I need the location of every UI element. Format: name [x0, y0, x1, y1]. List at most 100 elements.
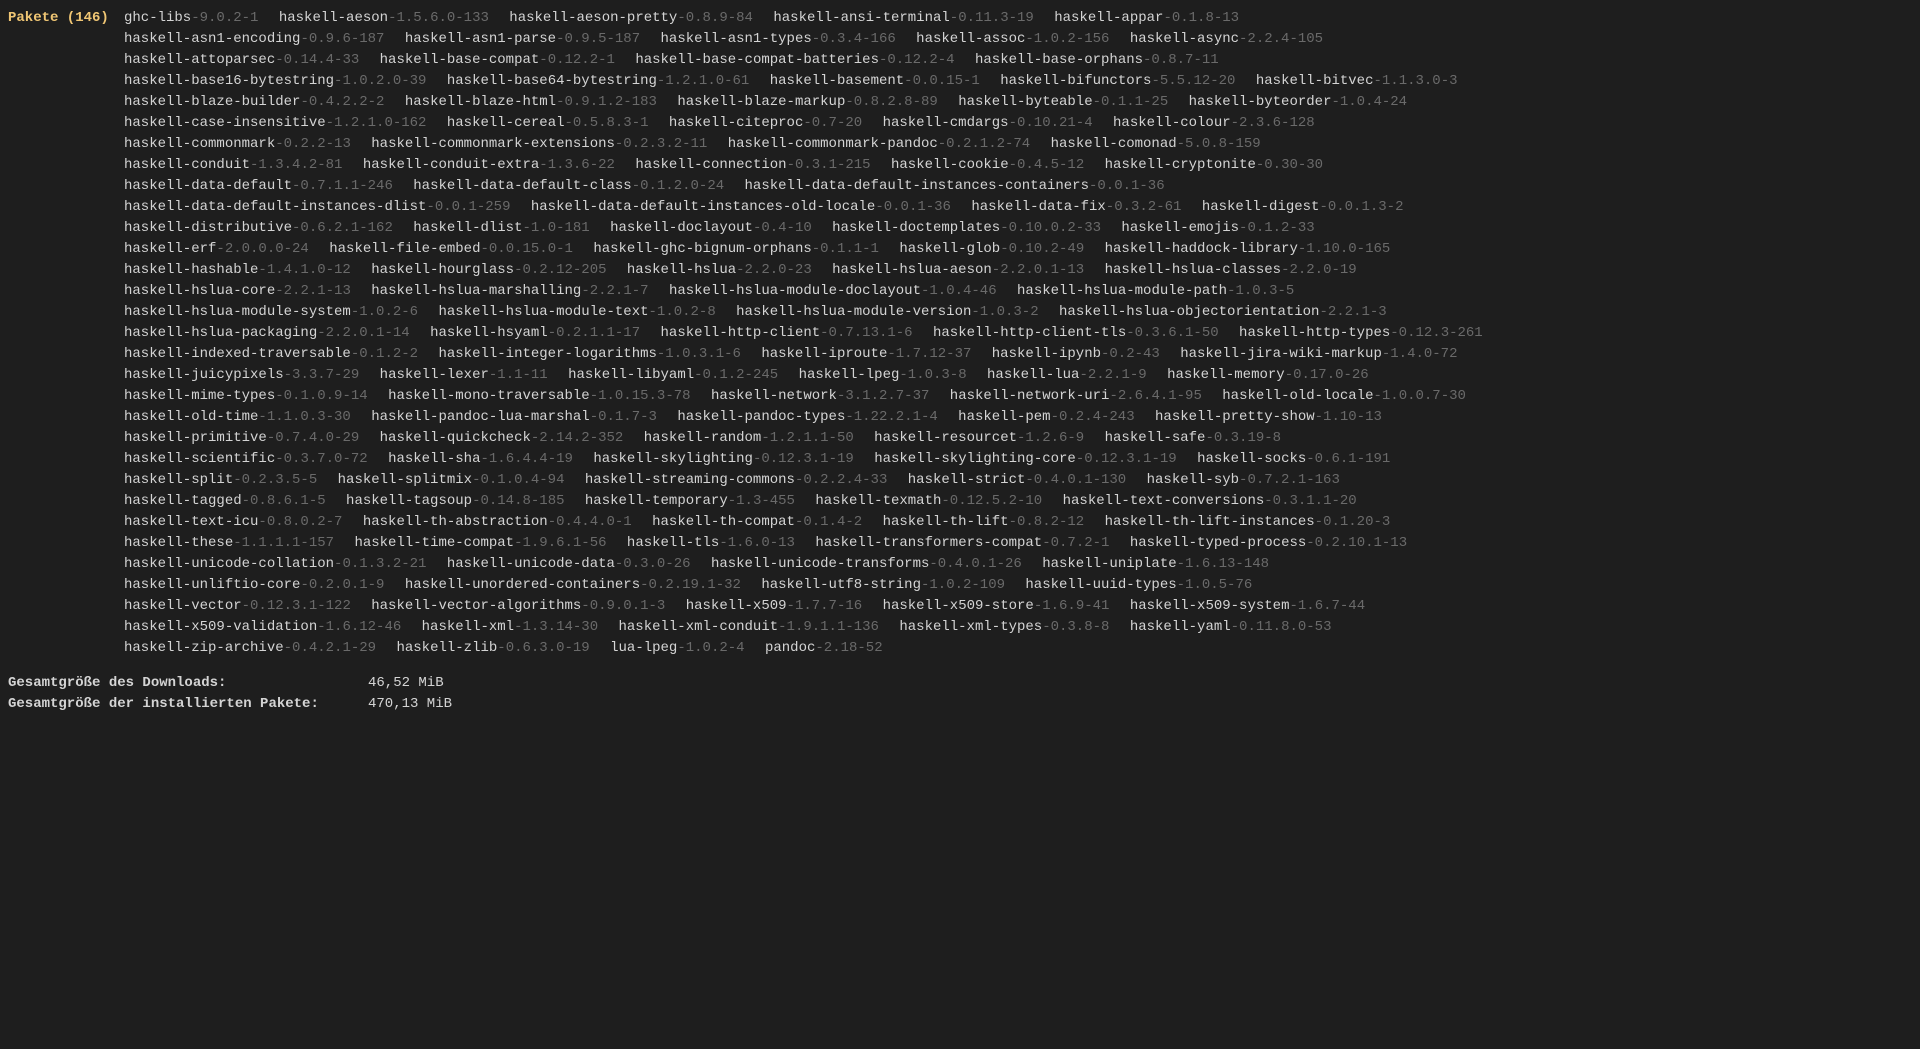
package-name: haskell-hslua-marshalling [371, 283, 581, 299]
package-name: haskell-glob [899, 241, 1000, 257]
package-name: haskell-pem [958, 409, 1050, 425]
package-entry: haskell-ghc-bignum-orphans-0.1.1-1 [593, 241, 879, 257]
package-name: haskell-base64-bytestring [447, 73, 657, 89]
package-entry: haskell-libyaml-0.1.2-245 [568, 367, 778, 383]
package-name: haskell-dlist [413, 220, 522, 236]
package-version: -0.6.1-191 [1306, 451, 1390, 467]
package-entry: haskell-data-default-0.7.1.1-246 [124, 178, 393, 194]
package-name: haskell-text-icu [124, 514, 258, 530]
package-entry: haskell-data-default-instances-dlist-0.0… [124, 199, 510, 215]
package-version: -0.12.3.1-19 [753, 451, 854, 467]
package-version: -1.2.6-9 [1017, 430, 1084, 446]
package-version: -0.1.4-2 [795, 514, 862, 530]
package-version: -2.2.1-3 [1319, 304, 1386, 320]
package-entry: haskell-hslua-module-system-1.0.2-6 [124, 304, 418, 320]
package-entry: haskell-commonmark-0.2.2-13 [124, 136, 351, 152]
package-entry: haskell-x509-validation-1.6.12-46 [124, 619, 401, 635]
package-version: -0.12.2-4 [879, 52, 955, 68]
package-version: -0.14.8-185 [472, 493, 564, 509]
package-name: haskell-x509 [686, 598, 787, 614]
package-name: haskell-haddock-library [1105, 241, 1298, 257]
package-name: haskell-asn1-encoding [124, 31, 300, 47]
package-entry: haskell-utf8-string-1.0.2-109 [761, 577, 1005, 593]
package-entry: haskell-socks-0.6.1-191 [1197, 451, 1390, 467]
package-entry: haskell-pretty-show-1.10-13 [1155, 409, 1382, 425]
package-name: haskell-skylighting [593, 451, 753, 467]
package-entry: haskell-x509-system-1.6.7-44 [1130, 598, 1365, 614]
package-version: -0.12.3.1-122 [242, 598, 351, 614]
package-version: -0.12.2-1 [539, 52, 615, 68]
package-version: -0.1.2-2 [351, 346, 418, 362]
package-version: -5.5.12-20 [1151, 73, 1235, 89]
package-version: -0.2.4-243 [1051, 409, 1135, 425]
package-version: -3.3.7-29 [284, 367, 360, 383]
package-entry: haskell-skylighting-core-0.12.3.1-19 [874, 451, 1176, 467]
package-name: haskell-bifunctors [1000, 73, 1151, 89]
download-size-value: 46,52 MiB [368, 673, 444, 694]
package-version: -0.4.0.1-130 [1025, 472, 1126, 488]
package-entry: haskell-hslua-objectorientation-2.2.1-3 [1059, 304, 1387, 320]
package-name: haskell-hslua-packaging [124, 325, 317, 341]
package-version: -1.10.0-165 [1298, 241, 1390, 257]
package-version: -0.0.1-259 [426, 199, 510, 215]
package-name: pandoc [765, 640, 815, 656]
package-name: haskell-these [124, 535, 233, 551]
package-version: -1.0.2-6 [351, 304, 418, 320]
package-version: -0.6.3.0-19 [497, 640, 589, 656]
package-name: haskell-hslua-classes [1105, 262, 1281, 278]
package-entry: haskell-unicode-transforms-0.4.0.1-26 [711, 556, 1022, 572]
package-name: haskell-xml-types [899, 619, 1042, 635]
package-entry: haskell-juicypixels-3.3.7-29 [124, 367, 359, 383]
package-entry: haskell-hslua-2.2.0-23 [627, 262, 812, 278]
package-version: -1.0.4-24 [1331, 94, 1407, 110]
package-version: -0.4.4.0-1 [548, 514, 632, 530]
package-version: -0.4.0.1-26 [929, 556, 1021, 572]
package-name: haskell-data-default-instances-dlist [124, 199, 426, 215]
package-name: haskell-hslua-core [124, 283, 275, 299]
package-version: -1.3.14-30 [514, 619, 598, 635]
package-version: -9.0.2-1 [191, 10, 258, 26]
package-name: haskell-vector-algorithms [371, 598, 581, 614]
package-entry: haskell-file-embed-0.0.15.0-1 [329, 241, 573, 257]
package-version: -0.1.0.9-14 [275, 388, 367, 404]
package-name: haskell-typed-process [1130, 535, 1306, 551]
package-version: -3.1.2.7-37 [837, 388, 929, 404]
package-version: -1.9.1.1-136 [778, 619, 879, 635]
package-name: haskell-xml [422, 619, 514, 635]
package-version: -1.9.6.1-56 [514, 535, 606, 551]
package-entry: haskell-aeson-pretty-0.8.9-84 [509, 10, 753, 26]
package-version: -0.7-20 [803, 115, 862, 131]
package-entry: haskell-hslua-module-text-1.0.2-8 [438, 304, 715, 320]
package-version: -1.0.2.0-39 [334, 73, 426, 89]
package-entry: haskell-data-fix-0.3.2-61 [971, 199, 1181, 215]
package-version: -0.3.8-8 [1042, 619, 1109, 635]
package-version: -1.3.6-22 [539, 157, 615, 173]
packages-list: Pakete (146)ghc-libs-9.0.2-1 haskell-aes… [8, 8, 1498, 659]
package-entry: haskell-hsyaml-0.2.1.1-17 [430, 325, 640, 341]
package-entry: haskell-scientific-0.3.7.0-72 [124, 451, 368, 467]
package-name: haskell-colour [1113, 115, 1231, 131]
package-name: haskell-emojis [1121, 220, 1239, 236]
package-entry: haskell-asn1-encoding-0.9.6-187 [124, 31, 384, 47]
package-version: -0.8.0.2-7 [258, 514, 342, 530]
package-entry: haskell-tls-1.6.0-13 [627, 535, 795, 551]
package-entry: haskell-integer-logarithms-1.0.3.1-6 [438, 346, 740, 362]
package-name: haskell-commonmark-extensions [371, 136, 615, 152]
package-name: haskell-uniplate [1042, 556, 1176, 572]
package-entry: haskell-sha-1.6.4.4-19 [388, 451, 573, 467]
package-name: haskell-vector [124, 598, 242, 614]
package-version: -0.4-10 [753, 220, 812, 236]
package-version: -0.8.2.8-89 [845, 94, 937, 110]
package-entry: haskell-temporary-1.3-455 [585, 493, 795, 509]
package-name: haskell-base-orphans [975, 52, 1143, 68]
package-entry: haskell-hslua-classes-2.2.0-19 [1105, 262, 1357, 278]
package-version: -1.2.1.0-61 [657, 73, 749, 89]
package-name: haskell-transformers-compat [815, 535, 1042, 551]
package-name: haskell-indexed-traversable [124, 346, 351, 362]
package-name: haskell-doclayout [610, 220, 753, 236]
package-name: haskell-assoc [916, 31, 1025, 47]
package-version: -0.2.12-205 [514, 262, 606, 278]
package-version: -0.8.7-11 [1143, 52, 1219, 68]
package-name: haskell-blaze-markup [677, 94, 845, 110]
package-entry: haskell-zip-archive-0.4.2.1-29 [124, 640, 376, 656]
